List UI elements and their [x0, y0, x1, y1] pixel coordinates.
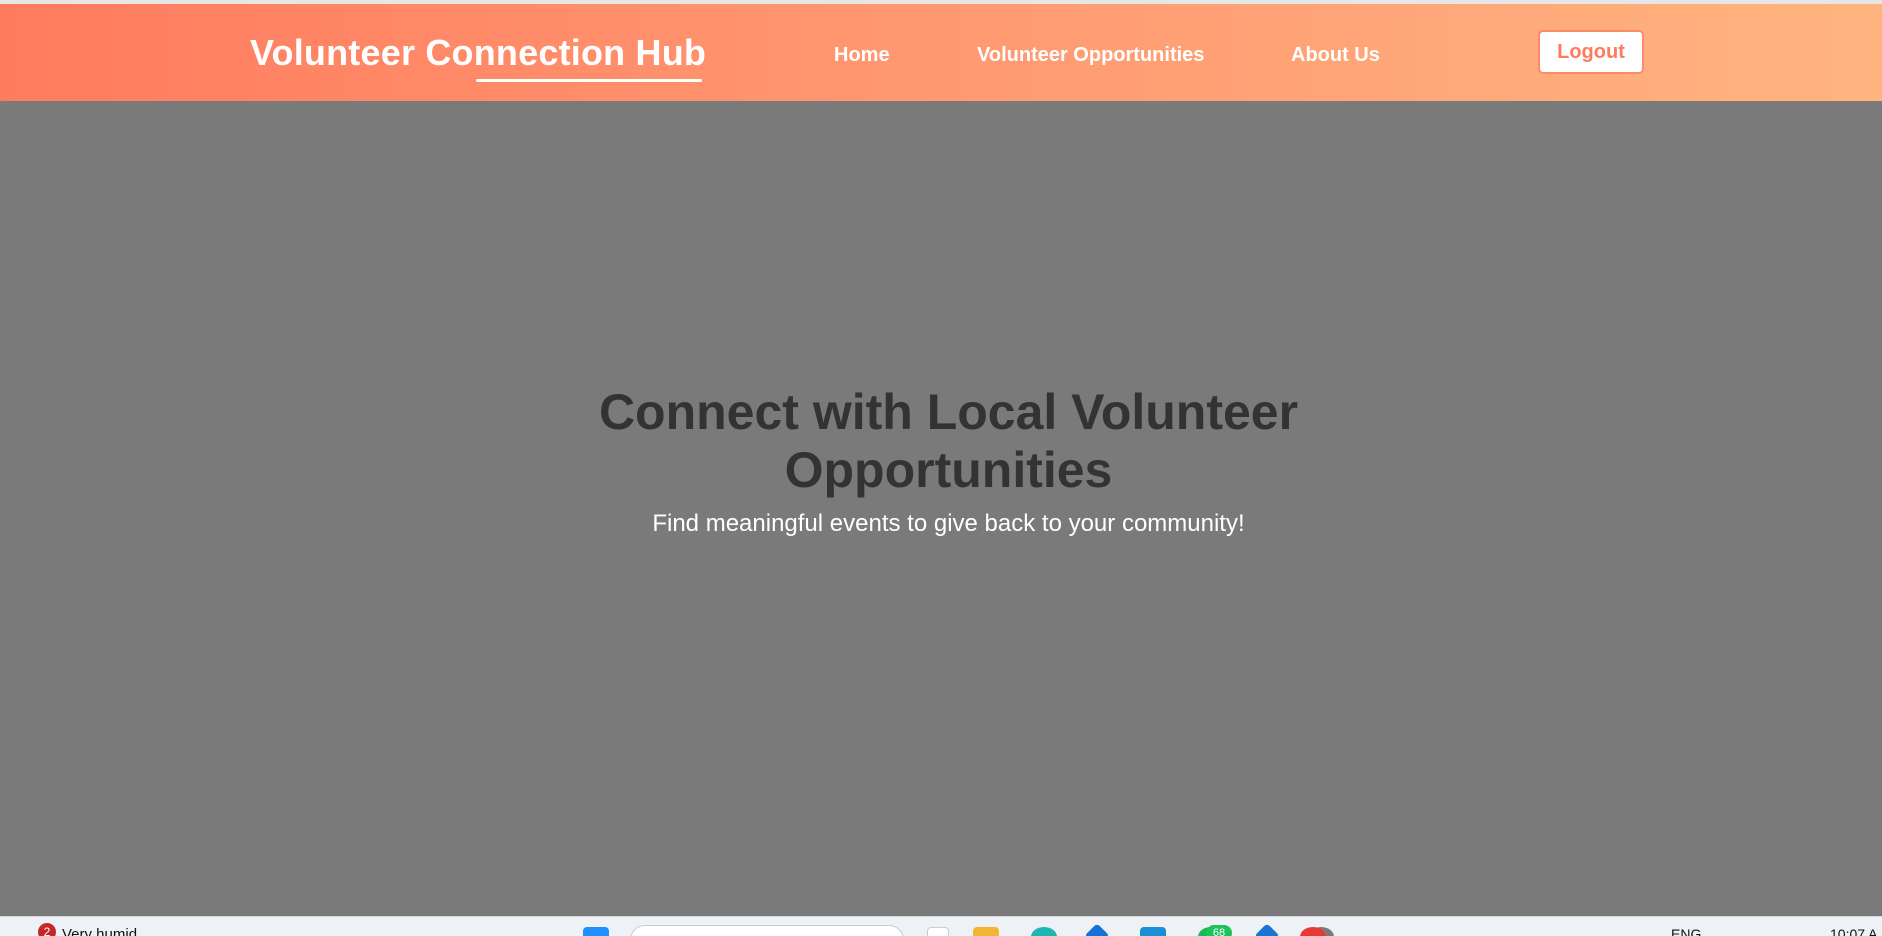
logout-button[interactable]: Logout	[1538, 30, 1644, 74]
file-explorer-icon[interactable]	[973, 927, 999, 936]
weather-widget-text[interactable]: Very humid	[62, 926, 137, 936]
weather-notification-badge[interactable]: 2	[38, 923, 56, 936]
chrome-browser-icon[interactable]	[1300, 927, 1326, 936]
taskbar-search-box[interactable]	[630, 925, 904, 936]
briefcase-icon[interactable]	[1140, 927, 1166, 936]
navbar: Volunteer Connection Hub Home Volunteer …	[0, 4, 1882, 101]
hero-subtitle: Find meaningful events to give back to y…	[652, 510, 1245, 537]
nav-link-volunteer-opportunities[interactable]: Volunteer Opportunities	[977, 44, 1204, 67]
brand-underline	[476, 79, 702, 82]
windows-taskbar: 2 Very humid 68 ENG 10:07 A	[0, 916, 1882, 936]
windows-start-icon[interactable]	[583, 927, 609, 936]
page: Volunteer Connection Hub Home Volunteer …	[0, 0, 1882, 936]
taskbar-clock[interactable]: 10:07 A	[1830, 926, 1878, 936]
hero-section: Connect with Local Volunteer Opportuniti…	[0, 101, 1882, 916]
edge-browser-icon[interactable]	[1031, 927, 1057, 936]
nav-link-about-us[interactable]: About Us	[1291, 44, 1380, 67]
store-icon[interactable]	[1084, 923, 1110, 936]
vscode-icon[interactable]	[1254, 923, 1280, 936]
hero-title: Connect with Local Volunteer Opportuniti…	[598, 384, 1299, 498]
site-brand[interactable]: Volunteer Connection Hub	[250, 32, 706, 74]
whatsapp-unread-count: 68	[1206, 925, 1232, 936]
nav-link-home[interactable]: Home	[834, 44, 890, 67]
language-indicator[interactable]: ENG	[1671, 926, 1701, 936]
file-icon[interactable]	[927, 927, 949, 936]
